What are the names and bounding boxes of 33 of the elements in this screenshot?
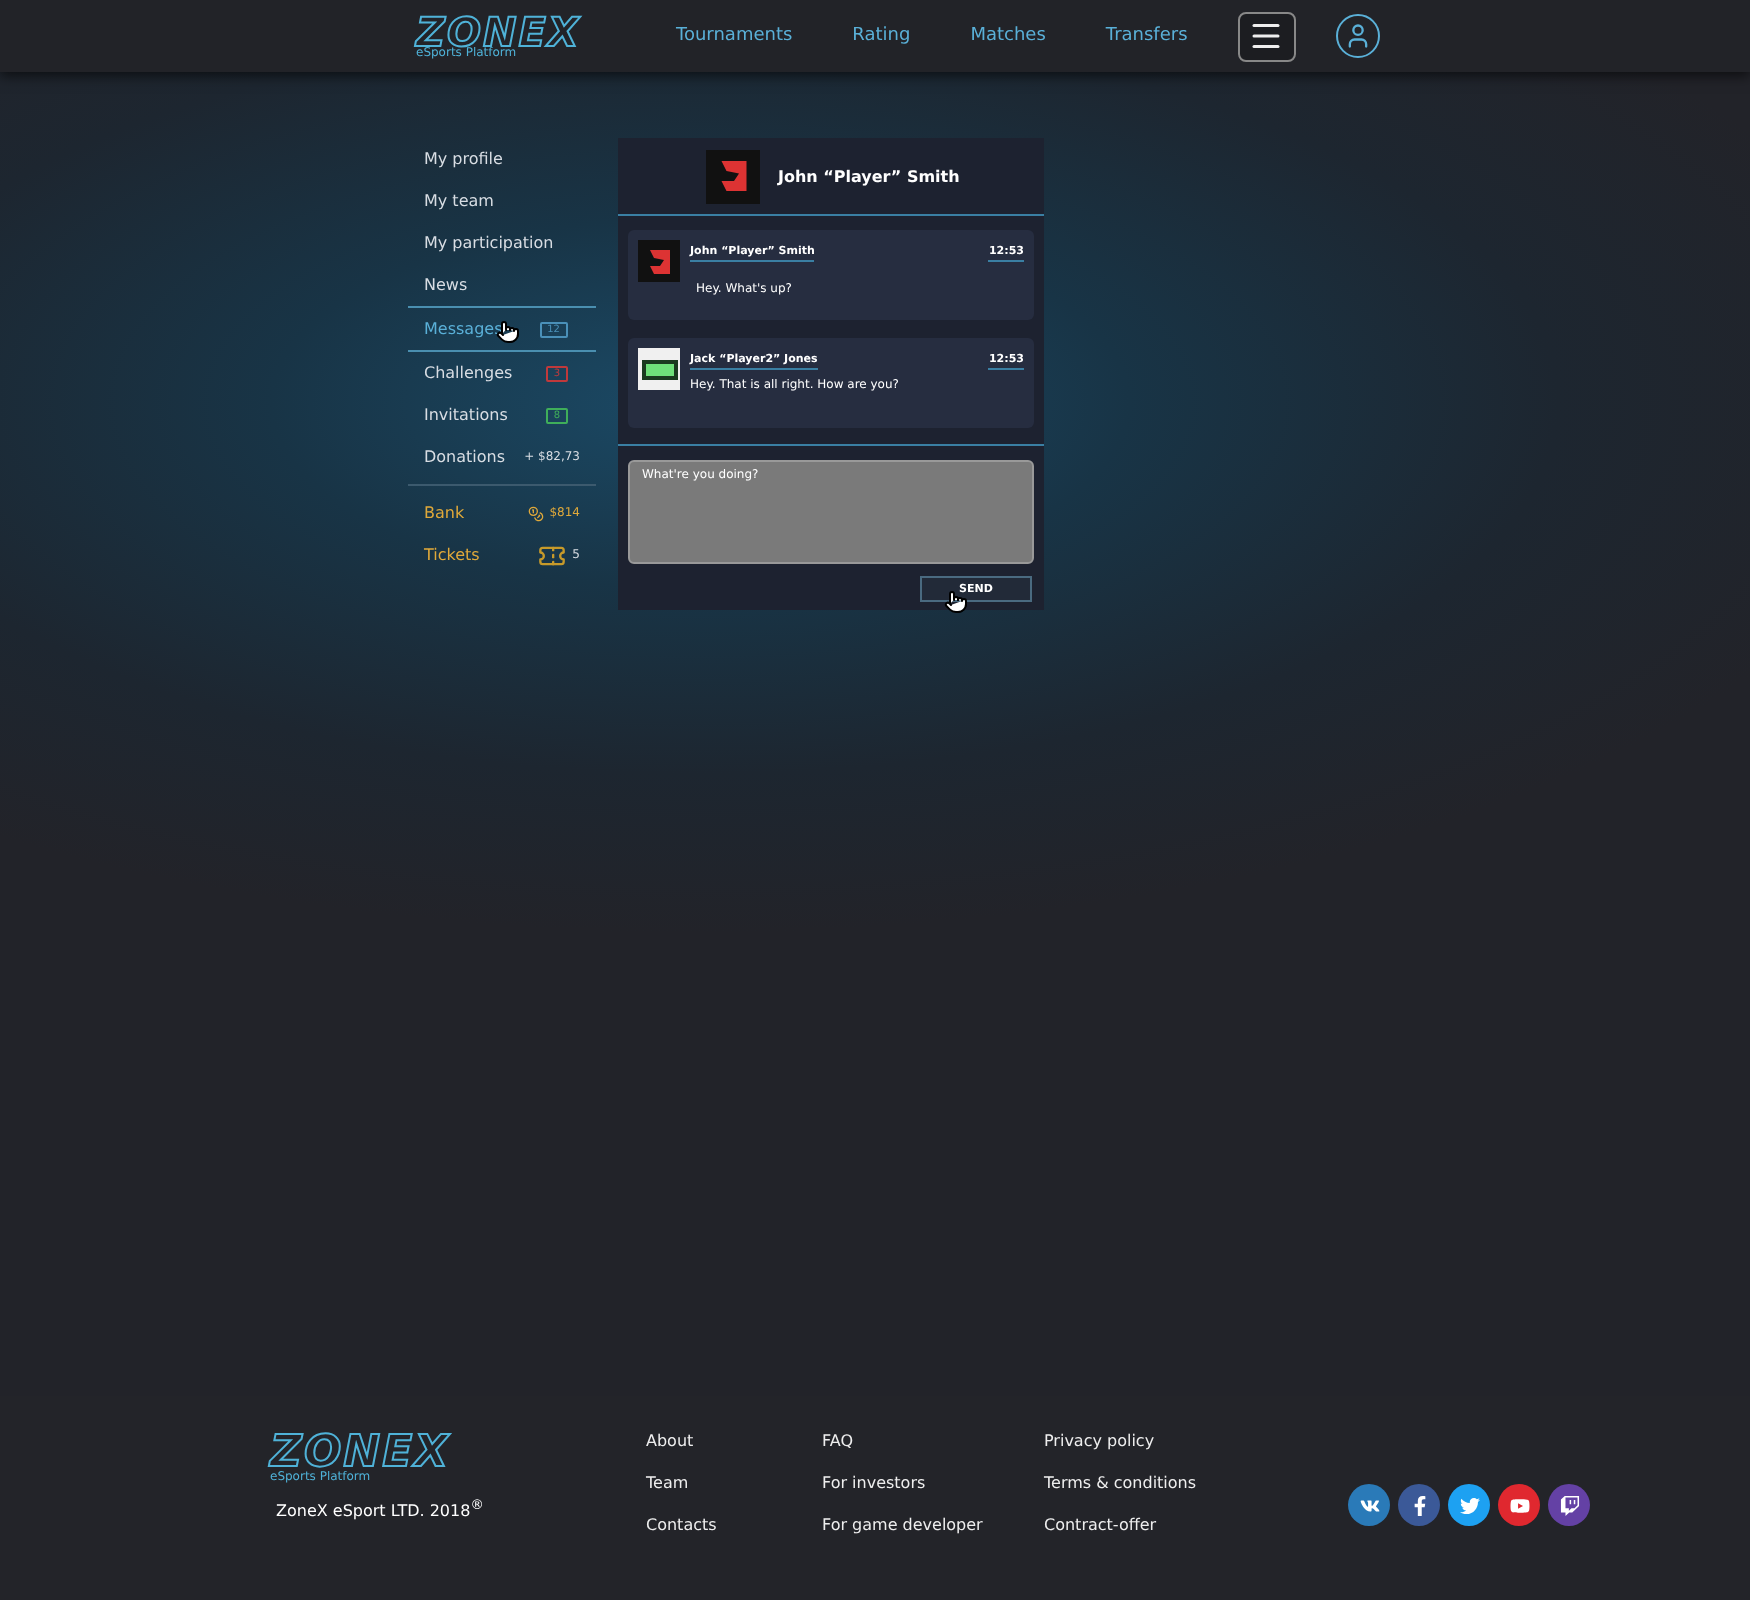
footer-link[interactable]: For game developer bbox=[822, 1516, 1044, 1536]
footer-link[interactable]: Contract-offer bbox=[1044, 1516, 1284, 1536]
sidebar-item[interactable]: My team bbox=[408, 180, 596, 222]
footer-link[interactable]: Contacts bbox=[646, 1516, 822, 1536]
footer-link[interactable]: FAQ bbox=[822, 1432, 1044, 1452]
facebook-icon[interactable] bbox=[1398, 1484, 1440, 1526]
chat-title: John “Player” Smith bbox=[778, 167, 960, 185]
footer-link[interactable]: About bbox=[646, 1432, 822, 1452]
avatar bbox=[706, 149, 760, 203]
nav-link[interactable]: Tournaments bbox=[676, 26, 793, 46]
sidebar-item[interactable]: News bbox=[408, 264, 596, 306]
user-icon bbox=[1343, 22, 1372, 50]
twitch-icon[interactable] bbox=[1548, 1484, 1590, 1526]
nav-link[interactable]: Transfers bbox=[1105, 26, 1188, 46]
coins-icon bbox=[527, 505, 544, 521]
sidebar-item[interactable]: My profile bbox=[408, 138, 596, 180]
copyright: ZoneX eSport LTD. 2018$^{®}$ bbox=[276, 1496, 484, 1520]
footer-link[interactable]: Terms & conditions bbox=[1044, 1474, 1284, 1494]
footer-link[interactable]: For investors bbox=[822, 1474, 1044, 1494]
nav-link[interactable]: Rating bbox=[852, 26, 911, 46]
footer-link[interactable]: Privacy policy bbox=[1044, 1432, 1284, 1452]
ticket-icon bbox=[538, 541, 567, 569]
nav-link[interactable]: Matches bbox=[970, 26, 1046, 46]
logo-icon bbox=[641, 359, 677, 379]
hand-cursor-icon bbox=[944, 590, 968, 614]
twitter-icon[interactable] bbox=[1448, 1484, 1490, 1526]
menu-button[interactable] bbox=[1237, 11, 1296, 61]
sidebar-item[interactable]: My participation bbox=[408, 222, 596, 264]
menu-icon bbox=[1248, 18, 1285, 54]
footer-link[interactable]: Team bbox=[646, 1474, 822, 1494]
vk-icon[interactable] bbox=[1348, 1484, 1390, 1526]
user-button[interactable] bbox=[1335, 14, 1380, 58]
youtube-icon[interactable] bbox=[1498, 1484, 1540, 1526]
